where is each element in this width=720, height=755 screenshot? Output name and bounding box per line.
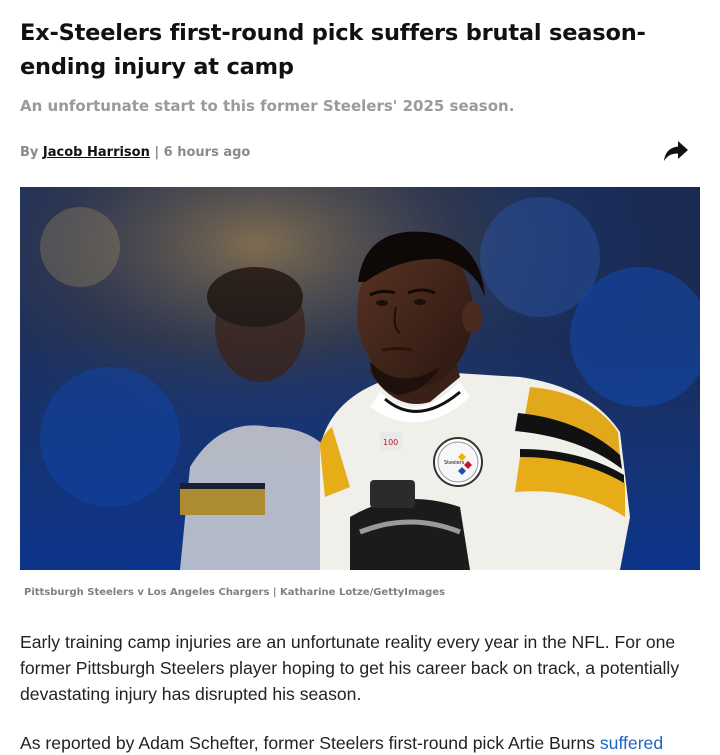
paragraph-2-text: As reported by Adam Schefter, former Ste… <box>20 733 600 753</box>
publish-time: 6 hours ago <box>163 145 251 160</box>
byline: By Jacob Harrison | 6 hours ago <box>20 143 620 163</box>
share-arrow-icon <box>663 140 689 167</box>
byline-prefix: By <box>20 145 39 160</box>
author-link[interactable]: Jacob Harrison <box>43 145 150 160</box>
article-paragraph-2: As reported by Adam Schefter, former Ste… <box>20 730 704 755</box>
hero-image: Steelers 100 <box>20 187 700 570</box>
byline-separator: | <box>154 145 160 160</box>
article-headline: Ex-Steelers first-round pick suffers bru… <box>20 20 646 80</box>
article-paragraph-1: Early training camp injuries are an unfo… <box>20 632 680 704</box>
svg-text:100: 100 <box>383 438 398 447</box>
article-subheadline: An unfortunate start to this former Stee… <box>20 97 515 115</box>
svg-text:Steelers: Steelers <box>444 460 465 466</box>
image-caption: Pittsburgh Steelers v Los Angeles Charge… <box>24 587 446 598</box>
article: Ex-Steelers first-round pick suffers bru… <box>0 0 720 755</box>
share-button[interactable] <box>660 138 692 168</box>
suffered-link[interactable]: suffered <box>600 733 663 753</box>
